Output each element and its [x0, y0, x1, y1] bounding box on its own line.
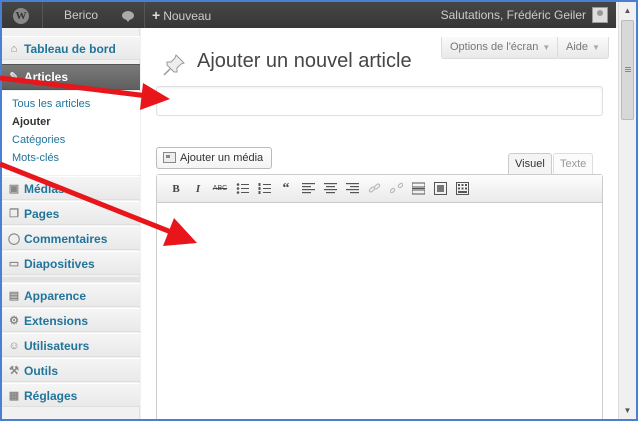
menu-item-label: Utilisateurs — [24, 339, 90, 353]
settings-icon: ▦ — [8, 390, 20, 402]
kitchen-sink-icon[interactable] — [453, 180, 471, 198]
align-right-icon[interactable] — [343, 180, 361, 198]
admin-menu: ⌂ Tableau de bord ✎ Articles Tous les ar… — [2, 28, 140, 419]
menu-item-label: Réglages — [24, 389, 78, 403]
admin-bar-separator — [144, 2, 145, 28]
align-center-icon[interactable] — [321, 180, 339, 198]
page-title: Ajouter un nouvel article — [197, 50, 412, 72]
admin-bar: W Berico + Nouveau Salutations, Frédéric … — [2, 2, 616, 28]
menu-item-label: Outils — [24, 364, 59, 378]
slides-icon: ▭ — [8, 258, 20, 270]
post-title-input[interactable] — [156, 86, 603, 116]
numbered-list-icon[interactable] — [255, 180, 273, 198]
menu-item-label: Apparence — [24, 289, 87, 303]
menu-item-label: Commentaires — [24, 232, 108, 246]
wordpress-logo-icon[interactable]: W — [6, 2, 36, 28]
help-label: Aide — [566, 41, 589, 53]
window-scrollbar[interactable]: ▲ ▼ — [618, 2, 636, 419]
comment-bubble-icon: ◯ — [7, 233, 21, 245]
menu-item-slides[interactable]: ▭ Diapositives — [2, 251, 140, 275]
menu-item-label: Extensions — [24, 314, 89, 328]
menu-separator — [2, 277, 140, 282]
appearance-icon: ▤ — [8, 290, 20, 302]
tools-icon: ⚒ — [9, 365, 19, 377]
editor-toolbar: B I ABC “ — [157, 175, 602, 203]
submenu-item-tags[interactable]: Mots-clés — [12, 150, 59, 167]
plugin-icon: ⚙ — [9, 315, 19, 327]
comments-icon[interactable] — [122, 2, 134, 28]
menu-item-label: Médias — [24, 182, 65, 196]
bold-icon[interactable]: B — [167, 180, 185, 198]
menu-item-tools[interactable]: ⚒ Outils — [2, 358, 140, 382]
bullet-list-icon[interactable] — [233, 180, 251, 198]
scroll-down-arrow-icon[interactable]: ▼ — [619, 402, 636, 419]
unlink-icon[interactable] — [387, 180, 405, 198]
pin-icon: ✎ — [9, 71, 19, 83]
fullscreen-icon[interactable] — [431, 180, 449, 198]
menu-item-label: Articles — [24, 70, 69, 84]
submenu-item-add[interactable]: Ajouter — [12, 114, 51, 131]
users-icon: ☺ — [8, 340, 20, 352]
menu-item-appearance[interactable]: ▤ Apparence — [2, 283, 140, 307]
tab-visual[interactable]: Visuel — [508, 153, 552, 175]
blockquote-icon[interactable]: “ — [277, 180, 295, 198]
menu-item-label: Tableau de bord — [24, 42, 116, 56]
pages-icon: ❐ — [9, 208, 19, 220]
help-button[interactable]: Aide ▼ — [557, 37, 609, 59]
menu-item-settings[interactable]: ▦ Réglages — [2, 383, 140, 407]
scrollbar-thumb[interactable] — [621, 20, 634, 120]
screen-options-label: Options de l'écran — [450, 41, 539, 53]
menu-item-users[interactable]: ☺ Utilisateurs — [2, 333, 140, 357]
caret-down-icon: ▼ — [592, 43, 600, 52]
new-content-menu[interactable]: + Nouveau — [152, 2, 211, 28]
caret-down-icon: ▼ — [542, 43, 551, 52]
new-content-label: Nouveau — [163, 9, 212, 23]
admin-bar-separator — [42, 2, 43, 28]
screen-options-button[interactable]: Options de l'écran ▼ — [441, 37, 560, 59]
submenu-item-categories[interactable]: Catégories — [12, 132, 65, 149]
account-greeting[interactable]: Salutations, Frédéric Geiler — [441, 2, 586, 28]
site-name-link[interactable]: Berico — [64, 2, 98, 28]
menu-item-extensions[interactable]: ⚙ Extensions — [2, 308, 140, 332]
menu-item-pages[interactable]: ❐ Pages — [2, 201, 140, 225]
align-left-icon[interactable] — [299, 180, 317, 198]
articles-submenu: Tous les articles Ajouter Catégories Mot… — [2, 91, 140, 175]
menu-item-media[interactable]: ▣ Médias — [2, 176, 140, 200]
post-content-editor[interactable]: B I ABC “ — [156, 174, 603, 419]
plus-icon: + — [152, 7, 161, 23]
italic-icon[interactable]: I — [189, 180, 207, 198]
submenu-item-all-articles[interactable]: Tous les articles — [12, 96, 90, 113]
main-content: Options de l'écran ▼ Aide ▼ Ajouter un nou… — [141, 28, 618, 419]
menu-item-dashboard[interactable]: ⌂ Tableau de bord — [2, 36, 140, 60]
add-media-button[interactable]: Ajouter un média — [156, 147, 273, 169]
avatar[interactable] — [592, 7, 608, 23]
menu-item-comments[interactable]: ◯ Commentaires — [2, 226, 140, 250]
media-icon — [163, 152, 176, 163]
media-icon: ▣ — [8, 183, 20, 195]
tab-text[interactable]: Texte — [553, 153, 594, 174]
menu-item-label: Pages — [24, 207, 60, 221]
pushpin-icon — [163, 54, 185, 76]
link-icon[interactable] — [365, 180, 383, 198]
menu-item-articles[interactable]: ✎ Articles — [2, 64, 140, 90]
add-media-label: Ajouter un média — [180, 152, 264, 164]
home-icon: ⌂ — [10, 43, 18, 55]
more-tag-icon[interactable] — [409, 180, 427, 198]
strikethrough-icon[interactable]: ABC — [211, 180, 229, 198]
menu-item-label: Diapositives — [24, 257, 95, 271]
scroll-up-arrow-icon[interactable]: ▲ — [619, 2, 636, 19]
